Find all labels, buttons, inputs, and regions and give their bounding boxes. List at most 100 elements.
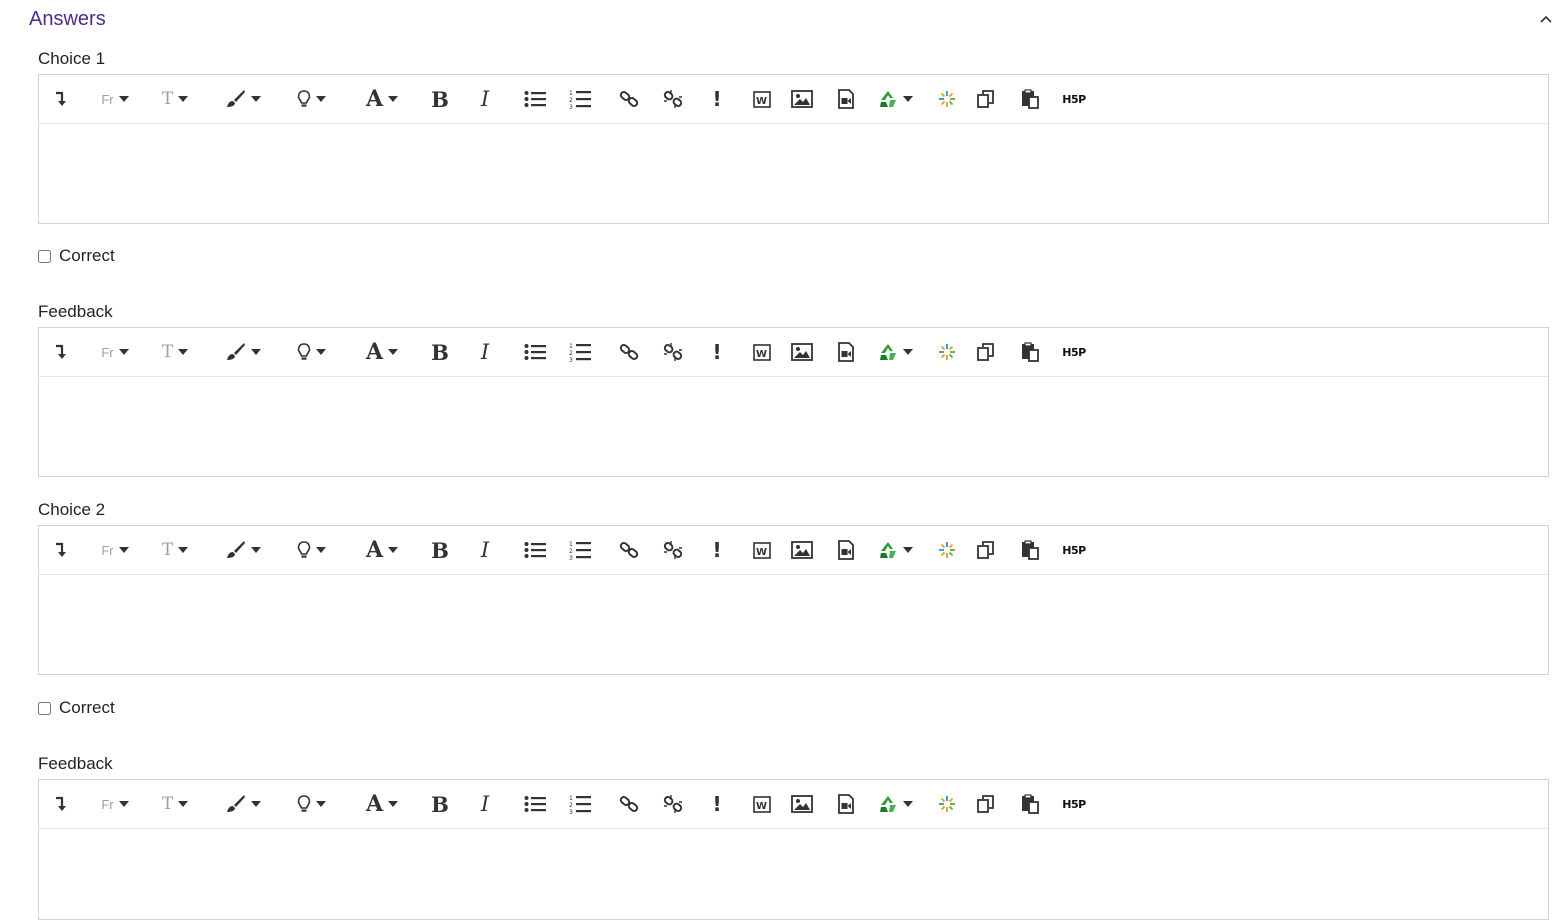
choice-1-content[interactable] [39,124,1548,223]
font-color-icon[interactable]: A [359,791,405,817]
recycle-icon[interactable] [874,538,916,562]
italic-icon[interactable]: I [475,340,495,364]
emoji-icon[interactable]: ! [709,340,725,364]
unlink-icon[interactable] [661,792,685,816]
font-size-icon[interactable]: T [155,538,195,562]
unordered-list-icon[interactable] [523,87,547,111]
recycle-icon[interactable] [874,792,916,816]
choice-1-label: Choice 1 [38,49,106,68]
h5p-icon[interactable]: H5P [1060,340,1088,364]
italic-icon[interactable]: I [475,87,495,111]
font-size-icon[interactable]: T [155,340,195,364]
correct-1-checkbox-row[interactable]: Correct [38,245,115,267]
h5p-icon[interactable]: H5P [1060,87,1088,111]
section-title: Answers [29,8,106,30]
word-import-icon[interactable]: W [750,87,774,111]
bold-icon[interactable]: B [429,538,451,563]
font-color-icon[interactable]: A [359,537,405,563]
word-import-icon[interactable]: W [750,340,774,364]
feedback-1-content[interactable] [39,377,1548,476]
emoji-icon[interactable]: ! [709,87,725,111]
collapse-icon[interactable] [51,340,71,364]
recycle-icon[interactable] [874,87,916,111]
link-icon[interactable] [617,87,641,111]
chevron-up-icon[interactable] [1538,11,1554,27]
image-icon[interactable] [790,792,814,816]
emoji-icon[interactable]: ! [709,538,725,562]
correct-2-checkbox-row[interactable]: Correct [38,697,115,719]
feedback-2-content[interactable] [39,829,1548,919]
svg-text:1: 1 [569,90,573,97]
correct-1-label: Correct [59,246,115,265]
link-icon[interactable] [617,792,641,816]
unlink-icon[interactable] [661,340,685,364]
italic-icon[interactable]: I [475,538,495,562]
h5p-icon[interactable]: H5P [1060,792,1088,816]
paste-icon[interactable] [1019,340,1041,364]
paintbrush-icon[interactable] [219,340,265,364]
font-family-icon[interactable]: Fr [95,340,135,364]
word-import-icon[interactable]: W [750,538,774,562]
image-icon[interactable] [790,538,814,562]
unordered-list-icon[interactable] [523,792,547,816]
media-icon[interactable] [835,538,857,562]
paintbrush-icon[interactable] [219,87,265,111]
recycle-icon[interactable] [874,340,916,364]
media-icon[interactable] [835,87,857,111]
paintbrush-icon[interactable] [219,538,265,562]
collapse-icon[interactable] [51,792,71,816]
copy-icon[interactable] [975,538,997,562]
font-size-icon[interactable]: T [155,792,195,816]
paste-icon[interactable] [1019,538,1041,562]
copy-icon[interactable] [975,87,997,111]
paste-icon[interactable] [1019,792,1041,816]
lightbulb-icon[interactable] [289,792,333,816]
feedback-2-label: Feedback [38,754,113,773]
bold-icon[interactable]: B [429,792,451,817]
unordered-list-icon[interactable] [523,538,547,562]
ordered-list-icon[interactable]: 123 [568,340,592,364]
lightbulb-icon[interactable] [289,538,333,562]
choice-2-content[interactable] [39,575,1548,674]
font-family-icon[interactable]: Fr [95,792,135,816]
lightbulb-icon[interactable] [289,87,333,111]
kaltura-icon[interactable] [936,538,958,562]
unlink-icon[interactable] [661,538,685,562]
unordered-list-icon[interactable] [523,340,547,364]
emoji-icon[interactable]: ! [709,792,725,816]
kaltura-icon[interactable] [936,340,958,364]
copy-icon[interactable] [975,792,997,816]
font-color-icon[interactable]: A [359,339,405,365]
unlink-icon[interactable] [661,87,685,111]
bold-icon[interactable]: B [429,87,451,112]
italic-icon[interactable]: I [475,792,495,816]
lightbulb-icon[interactable] [289,340,333,364]
media-icon[interactable] [835,792,857,816]
image-icon[interactable] [790,340,814,364]
image-icon[interactable] [790,87,814,111]
h5p-icon[interactable]: H5P [1060,538,1088,562]
font-family-icon[interactable]: Fr [95,538,135,562]
link-icon[interactable] [617,340,641,364]
paintbrush-icon[interactable] [219,792,265,816]
font-size-icon[interactable]: T [155,87,195,111]
collapse-icon[interactable] [51,538,71,562]
correct-1-checkbox[interactable] [38,249,51,263]
answers-section-header[interactable]: Answers [29,7,1554,35]
ordered-list-icon[interactable]: 123 [568,792,592,816]
font-color-icon[interactable]: A [359,86,405,112]
paste-icon[interactable] [1019,87,1041,111]
correct-2-checkbox[interactable] [38,701,51,715]
copy-icon[interactable] [975,340,997,364]
link-icon[interactable] [617,538,641,562]
ordered-list-icon[interactable]: 123 [568,87,592,111]
kaltura-icon[interactable] [936,87,958,111]
bold-icon[interactable]: B [429,340,451,365]
word-import-icon[interactable]: W [750,792,774,816]
media-icon[interactable] [835,340,857,364]
font-family-icon[interactable]: Fr [95,87,135,111]
svg-text:2: 2 [569,97,573,104]
kaltura-icon[interactable] [936,792,958,816]
ordered-list-icon[interactable]: 123 [568,538,592,562]
collapse-icon[interactable] [51,87,71,111]
